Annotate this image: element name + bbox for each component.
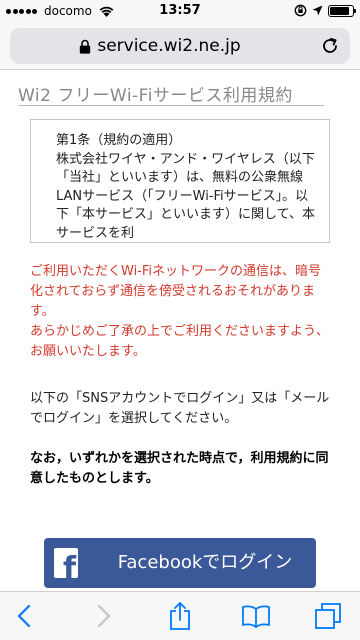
browser-address-area: service.wi2.ne.jp xyxy=(0,22,360,70)
title-divider xyxy=(18,105,324,106)
bookmarks-button[interactable] xyxy=(240,600,272,632)
status-right xyxy=(294,4,356,17)
chevron-right-icon xyxy=(97,604,111,628)
battery-icon xyxy=(328,4,356,17)
facebook-login-label: Facebookでログイン xyxy=(117,552,293,573)
agreement-notice: なお，いずれかを選択された時点で，利用規約に同意したものとします。 xyxy=(30,451,329,486)
facebook-icon: f xyxy=(54,548,78,578)
share-button[interactable] xyxy=(164,600,196,632)
terms-scroll-box[interactable]: 第1条（規約の適用） 株式会社ワイヤ・アンド・ワイヤレス（以下「当社」といいます… xyxy=(30,119,330,243)
page-title: Wi2 フリーWi-Fiサービス利用規約 xyxy=(18,86,293,106)
location-icon xyxy=(312,5,323,16)
facebook-login-button[interactable]: f Facebookでログイン xyxy=(44,538,316,588)
battery-level xyxy=(330,6,349,15)
address-bar[interactable]: service.wi2.ne.jp xyxy=(10,28,350,64)
orientation-lock-icon xyxy=(294,4,307,17)
web-page: Wi2 フリーWi-Fiサービス利用規約 第1条（規約の適用） 株式会社ワイヤ・… xyxy=(0,71,360,591)
terms-text: 第1条（規約の適用） 株式会社ワイヤ・アンド・ワイヤレス（以下「当社」といいます… xyxy=(56,133,315,241)
forward-button[interactable] xyxy=(88,600,120,632)
address-content[interactable]: service.wi2.ne.jp xyxy=(10,28,310,64)
book-icon xyxy=(242,605,270,628)
lock-icon xyxy=(80,39,91,54)
tabs-icon xyxy=(315,603,341,629)
chevron-left-icon xyxy=(17,604,31,628)
login-instructions: 以下の「SNSアカウントでログイン」又は「メールでログイン」を選択してください。 xyxy=(30,391,330,426)
security-warning: ご利用いただくWi-Fiネットワークの通信は、暗号化されておらず通信を傍受される… xyxy=(30,262,330,362)
back-button[interactable] xyxy=(8,600,40,632)
tabs-button[interactable] xyxy=(312,600,344,632)
reload-icon[interactable] xyxy=(320,36,340,56)
status-bar: docomo 13:57 xyxy=(0,0,360,22)
url-text[interactable]: service.wi2.ne.jp xyxy=(97,36,240,56)
warning-line-1: ご利用いただくWi-Fiネットワークの通信は、暗号化されておらず通信を傍受される… xyxy=(30,264,322,319)
share-icon xyxy=(170,602,190,630)
warning-line-2: あらかじめご了承の上でご利用くださいますよう、お願いいたします。 xyxy=(30,324,330,359)
browser-toolbar xyxy=(0,591,360,640)
